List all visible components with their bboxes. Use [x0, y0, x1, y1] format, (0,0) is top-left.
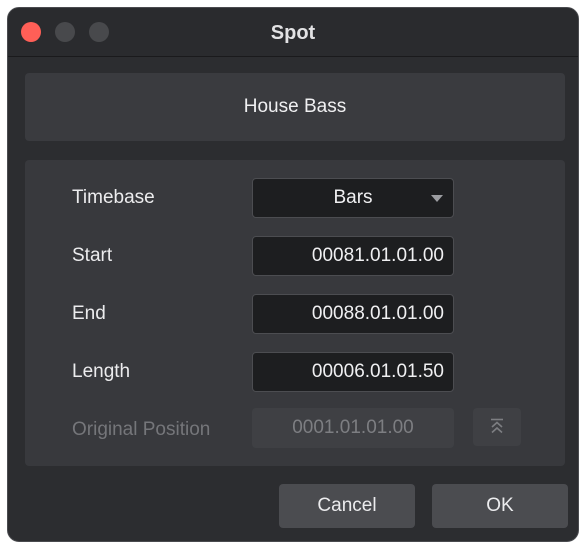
original-position-label: Original Position	[72, 419, 211, 440]
original-position-field: 0001.01.01.00	[252, 408, 454, 448]
spot-properties-panel: Timebase Bars Start 00081.01.01.00 End 0…	[25, 160, 565, 466]
cancel-button[interactable]: Cancel	[279, 484, 415, 528]
start-label: Start	[72, 245, 113, 266]
window-title: Spot	[270, 22, 316, 44]
timebase-label: Timebase	[72, 187, 155, 208]
title-bar: Spot	[8, 8, 578, 57]
end-field[interactable]: 00088.01.01.00	[252, 294, 454, 334]
clip-name: House Bass	[25, 73, 565, 141]
use-original-position-button[interactable]	[473, 408, 521, 446]
end-label: End	[72, 303, 106, 324]
ok-button[interactable]: OK	[432, 484, 568, 528]
spot-dialog: Spot House Bass Timebase Bars Start 0008…	[7, 7, 579, 542]
chevron-down-icon	[431, 195, 443, 202]
timebase-value: Bars	[333, 187, 373, 208]
start-field[interactable]: 00081.01.01.00	[252, 236, 454, 276]
length-field[interactable]: 00006.01.01.50	[252, 352, 454, 392]
length-label: Length	[72, 361, 131, 382]
double-chevron-up-icon	[491, 418, 503, 434]
timebase-select[interactable]: Bars	[252, 178, 454, 218]
